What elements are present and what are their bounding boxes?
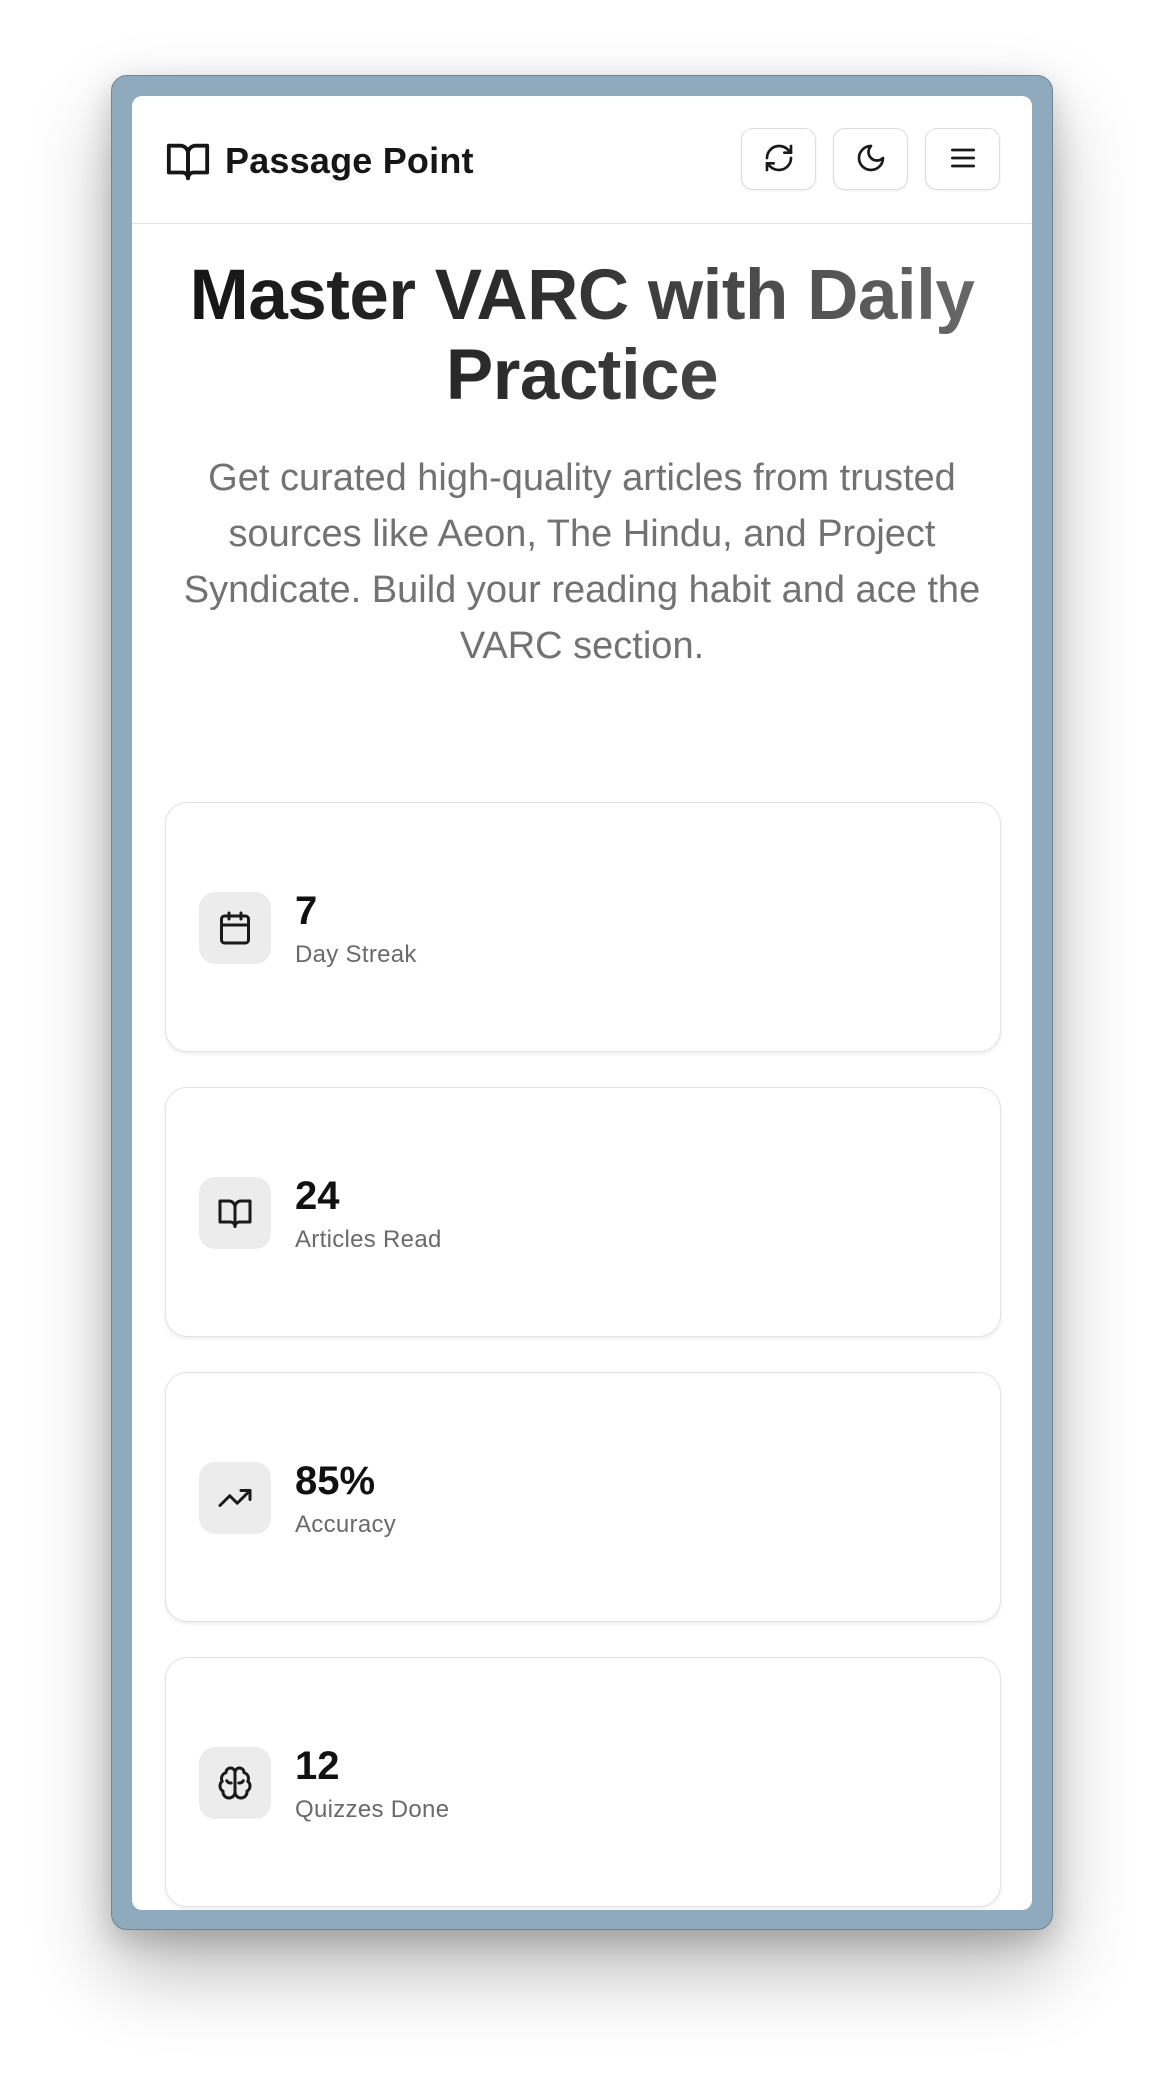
stat-label: Articles Read: [295, 1226, 442, 1253]
stat-value: 7: [295, 889, 318, 933]
hero-section: Master VARC with Daily Practice Get cura…: [132, 256, 1032, 674]
stat-label: Day Streak: [295, 941, 417, 968]
stats-list: 7 Day Streak 24 Articles Read 85% Accura…: [165, 802, 1001, 1910]
brain-icon: [199, 1747, 271, 1819]
hero-title: Master VARC with Daily Practice: [172, 256, 992, 416]
trending-up-icon: [199, 1462, 271, 1534]
open-book-icon: [199, 1177, 271, 1249]
moon-icon: [855, 142, 887, 177]
hamburger-menu-icon: [947, 142, 979, 177]
navbar: Passage Point: [132, 96, 1032, 224]
app-window-frame: Passage Point Master VARC with Daily Pra…: [111, 75, 1053, 1930]
refresh-button[interactable]: [741, 128, 816, 190]
header-actions: [741, 128, 1000, 190]
refresh-icon: [763, 142, 795, 177]
menu-button[interactable]: [925, 128, 1000, 190]
stat-card-articles-read: 24 Articles Read: [165, 1087, 1001, 1337]
stat-card-quizzes-done: 12 Quizzes Done: [165, 1657, 1001, 1907]
stat-card-day-streak: 7 Day Streak: [165, 802, 1001, 1052]
stat-value: 24: [295, 1174, 340, 1218]
stat-label: Quizzes Done: [295, 1796, 450, 1823]
stat-card-accuracy: 85% Accuracy: [165, 1372, 1001, 1622]
stat-value: 85%: [295, 1459, 376, 1503]
stat-value: 12: [295, 1744, 340, 1788]
brand-name: Passage Point: [225, 140, 474, 181]
theme-toggle-button[interactable]: [833, 128, 908, 190]
app-window: Passage Point Master VARC with Daily Pra…: [132, 96, 1032, 1910]
calendar-icon: [199, 892, 271, 964]
stat-label: Accuracy: [295, 1511, 397, 1538]
hero-subtitle: Get curated high-quality articles from t…: [183, 457, 981, 667]
brand-logo-link[interactable]: Passage Point: [165, 138, 474, 184]
open-book-icon: [165, 138, 211, 184]
